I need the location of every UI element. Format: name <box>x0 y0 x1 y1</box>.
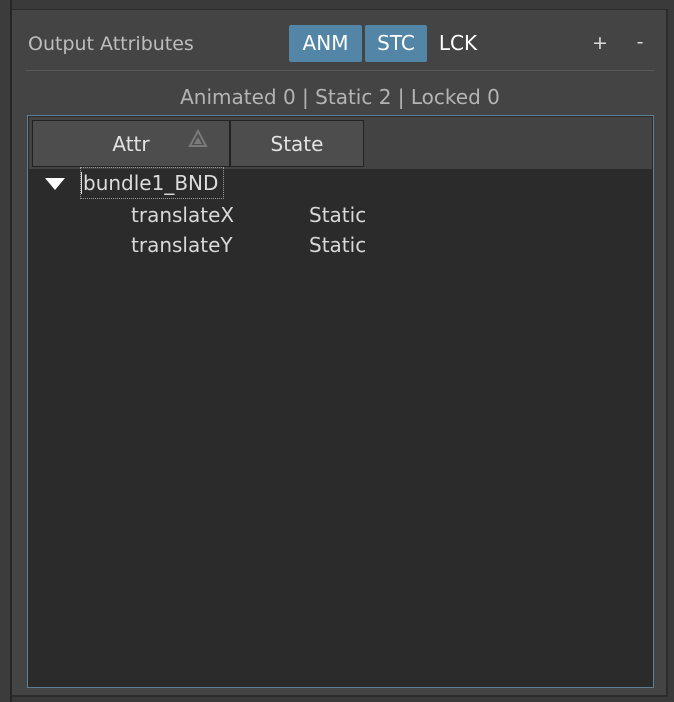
row-attr-name: translateX <box>131 203 235 227</box>
output-attributes-panel: Output Attributes ANM STC LCK + - Animat… <box>12 9 668 697</box>
panel-bottom-edge <box>12 695 668 697</box>
column-header-bar: Attr State <box>29 117 652 169</box>
row-state-value: Static <box>309 203 367 227</box>
add-button[interactable]: + <box>590 32 610 54</box>
filter-locked-button[interactable]: LCK <box>432 25 484 62</box>
row-attr-name: translateY <box>131 233 233 257</box>
filter-animated-button[interactable]: ANM <box>289 25 362 62</box>
sort-ascending-icon <box>188 129 208 147</box>
column-header-attr[interactable]: Attr <box>32 120 230 167</box>
attribute-summary: Animated 0 | Static 2 | Locked 0 <box>180 85 500 109</box>
left-dock-edge <box>0 0 12 702</box>
panel-title: Output Attributes <box>28 33 194 55</box>
remove-button[interactable]: - <box>630 31 650 53</box>
filter-static-button[interactable]: STC <box>365 25 427 62</box>
column-header-attr-label: Attr <box>112 132 150 156</box>
column-header-state[interactable]: State <box>230 120 364 167</box>
panel-right-edge <box>666 9 668 697</box>
row-state-value: Static <box>309 233 367 257</box>
header-divider <box>26 70 654 71</box>
tree-parent-node[interactable]: bundle1_BND <box>80 167 225 199</box>
attribute-tree-table: Attr State bundle1_BND translateX Static… <box>27 115 654 688</box>
expand-triangle-icon[interactable] <box>44 177 66 191</box>
column-header-state-label: State <box>270 132 324 156</box>
tree-parent-label: bundle1_BND <box>83 171 219 195</box>
